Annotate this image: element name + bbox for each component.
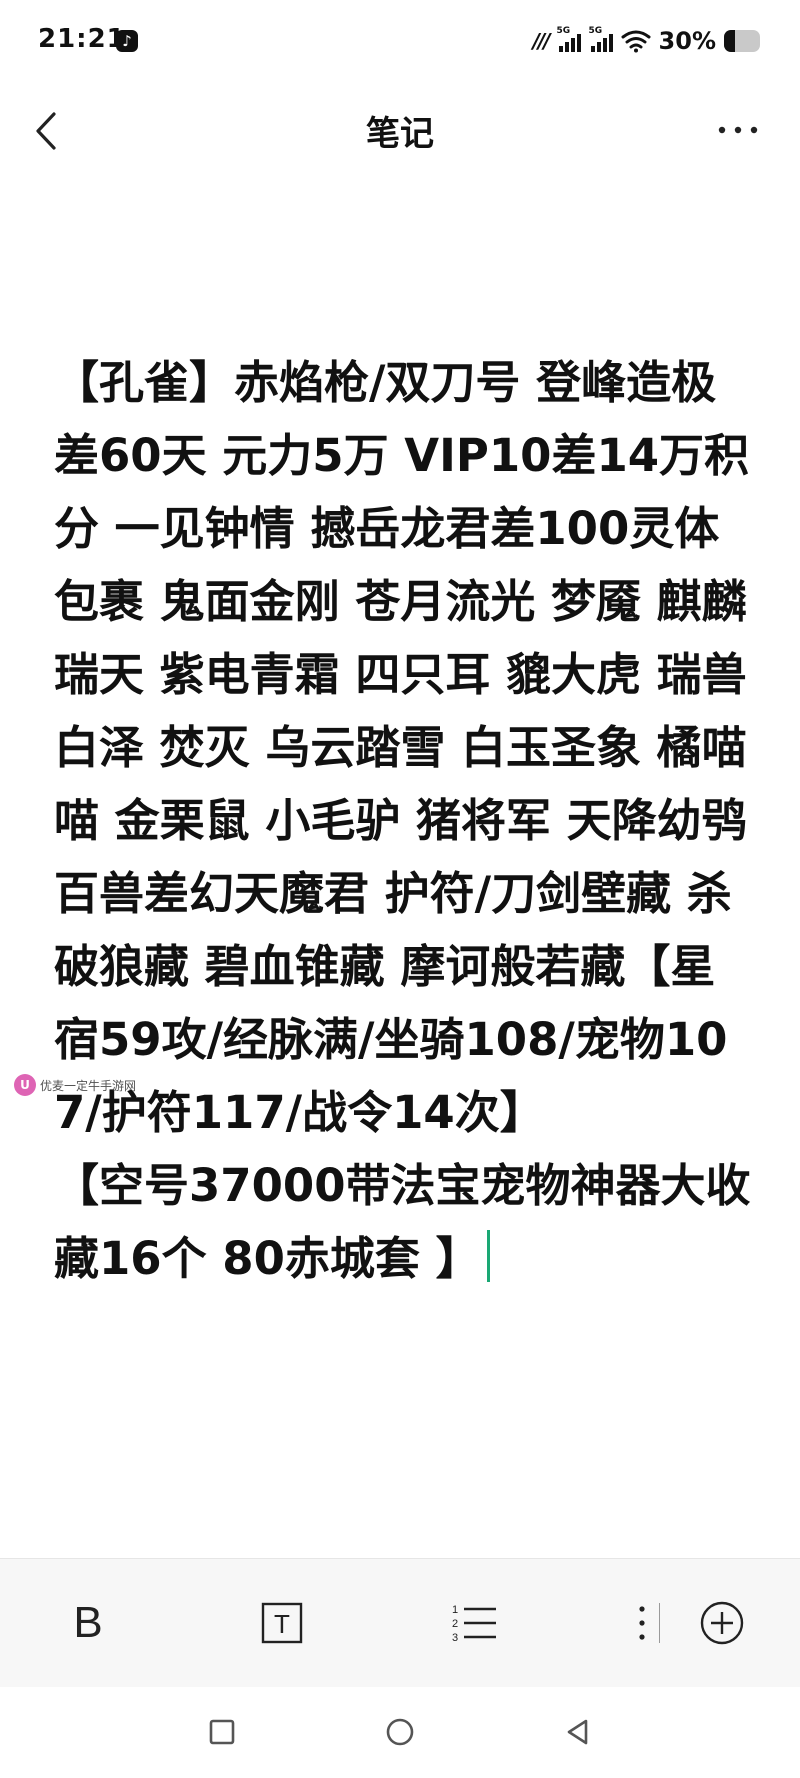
battery-percent: 30% (658, 27, 716, 55)
system-nav-bar (0, 1687, 800, 1778)
bold-button[interactable]: B (58, 1593, 118, 1653)
status-bar: 21:21 ♪ /// 5G 5G 30% (0, 0, 800, 86)
insert-button[interactable] (692, 1593, 752, 1653)
numbered-list-icon: 1 2 3 (452, 1604, 496, 1644)
note-paragraph-2-text: 【空号37000带法宝宠物神器大收藏16个 80赤城套 】 (54, 1159, 751, 1285)
tiktok-notification-icon: ♪ (116, 30, 138, 52)
notes-screen: 21:21 ♪ /// 5G 5G 30% 笔记 【孔雀】赤焰枪/双刀号 登峰造… (0, 0, 800, 1778)
numbered-list-button[interactable]: 1 2 3 (444, 1593, 504, 1653)
home-button[interactable] (377, 1709, 423, 1755)
triangle-back-icon (567, 1719, 588, 1745)
plus-circle-icon (700, 1601, 744, 1645)
page-title: 笔记 (366, 114, 434, 154)
note-editor[interactable]: 【孔雀】赤焰枪/双刀号 登峰造极差60天 元力5万 VIP10差14万积分 一见… (54, 346, 754, 1295)
watermark-text: 优麦一定牛手游网 (40, 1078, 137, 1093)
battery-icon (724, 30, 760, 52)
text-style-label: T (274, 1609, 290, 1639)
text-style-button[interactable]: T (252, 1593, 312, 1653)
svg-text:3: 3 (452, 1632, 458, 1644)
status-indicators: /// 5G 5G 30% (533, 26, 760, 56)
svg-text:2: 2 (452, 1618, 458, 1630)
note-paragraph-2: 【空号37000带法宝宠物神器大收藏16个 80赤城套 】 (54, 1149, 754, 1295)
more-vertical-icon (639, 1606, 645, 1640)
format-toolbar: B T 1 2 3 (0, 1558, 800, 1688)
signal-2-icon: 5G (589, 26, 613, 52)
svg-text:1: 1 (452, 1604, 458, 1616)
watermark-logo-icon: U (14, 1074, 36, 1096)
status-time: 21:21 (38, 24, 126, 54)
more-horizontal-icon[interactable] (716, 110, 760, 150)
signal-1-label: 5G (556, 26, 571, 36)
watermark: U 优麦一定牛手游网 (14, 1074, 136, 1096)
circle-icon (386, 1718, 414, 1746)
nfc-icon: /// (532, 29, 551, 53)
note-paragraph-1: 【孔雀】赤焰枪/双刀号 登峰造极差60天 元力5万 VIP10差14万积分 一见… (54, 356, 750, 1139)
square-icon (209, 1719, 235, 1745)
wifi-icon (621, 30, 651, 53)
app-header: 笔记 (0, 86, 800, 176)
more-options-button[interactable] (622, 1593, 662, 1653)
text-style-icon: T (261, 1602, 303, 1644)
toolbar-divider (659, 1603, 660, 1643)
nav-back-button[interactable] (555, 1709, 601, 1755)
text-caret (486, 1230, 490, 1282)
signal-1-icon: 5G (557, 26, 581, 52)
recents-button[interactable] (199, 1709, 245, 1755)
signal-2-label: 5G (588, 26, 603, 36)
bold-button-label: B (73, 1598, 103, 1647)
battery-fill (724, 30, 735, 52)
